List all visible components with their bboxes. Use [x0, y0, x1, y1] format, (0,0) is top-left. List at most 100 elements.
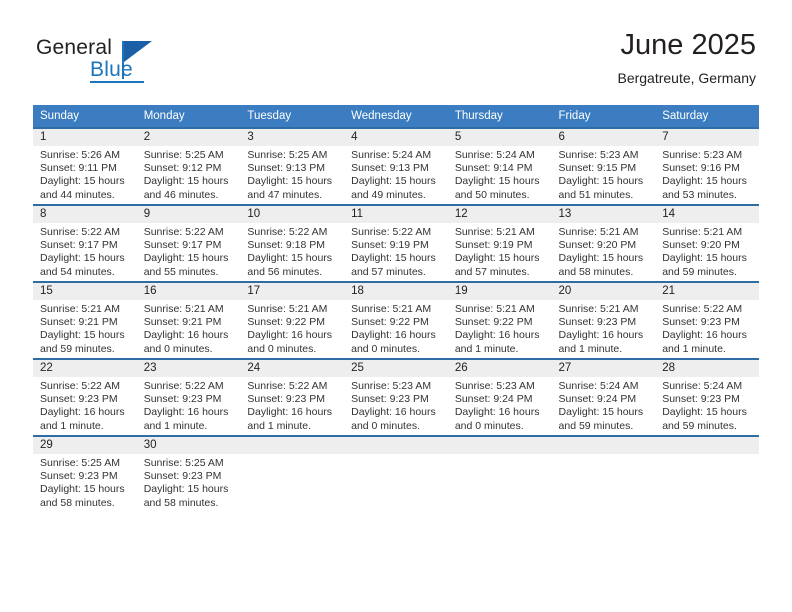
day-details: Sunrise: 5:22 AM Sunset: 9:23 PM Daylight:… [137, 377, 241, 433]
calendar-day-cell[interactable]: 2 Sunrise: 5:25 AM Sunset: 9:12 PM Daylight… [136, 127, 241, 205]
calendar-day-cell-empty [344, 435, 448, 512]
sunrise-text: Sunrise: 5:21 AM [454, 303, 535, 315]
daylight-text-line2: and 47 minutes. [247, 188, 323, 201]
calendar-body: 1 Sunrise: 5:26 AM Sunset: 9:11 PM Daylight… [33, 127, 759, 512]
day-number: 6 [551, 129, 656, 146]
daylight-text-line1: Daylight: 15 hours [454, 175, 540, 188]
calendar-day-cell[interactable]: 12 Sunrise: 5:21 AM Sunset: 9:19 PM Dayligh… [447, 204, 552, 282]
day-number: 9 [136, 206, 241, 223]
title-block: June 2025 Bergatreute, Germany [617, 28, 756, 88]
daylight-text-line1: Daylight: 15 hours [247, 252, 333, 265]
sunset-text: Sunset: 9:13 PM [351, 162, 429, 175]
sunrise-text: Sunrise: 5:21 AM [558, 303, 639, 315]
day-number-band-empty [655, 437, 759, 454]
calendar-day-cell[interactable]: 21 Sunrise: 5:22 AM Sunset: 9:23 PM Dayligh… [655, 281, 759, 359]
sunrise-text: Sunrise: 5:21 AM [351, 303, 432, 315]
calendar-day-cell[interactable]: 3 Sunrise: 5:25 AM Sunset: 9:13 PM Daylight… [240, 127, 345, 205]
calendar-day-cell[interactable]: 17 Sunrise: 5:21 AM Sunset: 9:22 PM Dayligh… [240, 281, 345, 359]
day-number: 10 [240, 206, 345, 223]
daylight-text-line2: and 0 minutes. [454, 419, 524, 432]
calendar-day-cell[interactable]: 18 Sunrise: 5:21 AM Sunset: 9:22 PM Dayligh… [344, 281, 448, 359]
calendar-day-cell[interactable]: 6 Sunrise: 5:23 AM Sunset: 9:15 PM Daylight… [551, 127, 656, 205]
day-cell-content [655, 437, 759, 512]
daylight-text-line2: and 55 minutes. [143, 265, 219, 278]
general-blue-logo[interactable]: General Blue [36, 36, 216, 88]
calendar-day-cell[interactable]: 25 Sunrise: 5:23 AM Sunset: 9:23 PM Dayligh… [344, 358, 448, 436]
daylight-text-line1: Daylight: 15 hours [662, 406, 747, 419]
calendar-day-cell[interactable]: 9 Sunrise: 5:22 AM Sunset: 9:17 PM Daylight… [136, 204, 241, 282]
calendar-day-cell[interactable]: 26 Sunrise: 5:23 AM Sunset: 9:24 PM Dayligh… [447, 358, 552, 436]
daylight-text-line2: and 0 minutes. [351, 419, 420, 432]
day-number: 22 [33, 360, 137, 377]
calendar-day-cell[interactable]: 29 Sunrise: 5:25 AM Sunset: 9:23 PM Dayligh… [33, 435, 137, 512]
day-details: Sunrise: 5:22 AM Sunset: 9:19 PM Daylight:… [344, 223, 448, 279]
daylight-text-line2: and 46 minutes. [143, 188, 219, 201]
sunset-text: Sunset: 9:23 PM [40, 470, 118, 483]
sunset-text: Sunset: 9:23 PM [662, 316, 740, 329]
day-number: 8 [33, 206, 137, 223]
daylight-text-line2: and 59 minutes. [662, 265, 737, 278]
daylight-text-line1: Daylight: 15 hours [351, 252, 436, 265]
day-cell-content: 7 Sunrise: 5:23 AM Sunset: 9:16 PM Daylight… [655, 129, 759, 204]
calendar-day-cell[interactable]: 1 Sunrise: 5:26 AM Sunset: 9:11 PM Daylight… [33, 127, 137, 205]
day-details: Sunrise: 5:21 AM Sunset: 9:21 PM Daylight:… [137, 300, 241, 356]
sunrise-text: Sunrise: 5:23 AM [454, 380, 535, 392]
calendar-day-cell[interactable]: 15 Sunrise: 5:21 AM Sunset: 9:21 PM Dayligh… [33, 281, 137, 359]
day-cell-content [447, 437, 552, 512]
calendar-day-cell[interactable]: 7 Sunrise: 5:23 AM Sunset: 9:16 PM Daylight… [655, 127, 759, 205]
daylight-text-line2: and 53 minutes. [662, 188, 737, 201]
sunset-text: Sunset: 9:19 PM [454, 239, 533, 252]
calendar-day-cell[interactable]: 5 Sunrise: 5:24 AM Sunset: 9:14 PM Daylight… [447, 127, 552, 205]
daylight-text-line2: and 50 minutes. [454, 188, 530, 201]
day-cell-content: 11 Sunrise: 5:22 AM Sunset: 9:19 PM Dayligh… [344, 206, 448, 281]
day-cell-content: 1 Sunrise: 5:26 AM Sunset: 9:11 PM Daylight… [33, 129, 137, 204]
calendar-day-cell-empty [240, 435, 345, 512]
daylight-text-line1: Daylight: 15 hours [351, 175, 436, 188]
daylight-text-line1: Daylight: 16 hours [143, 329, 229, 342]
day-details: Sunrise: 5:24 AM Sunset: 9:23 PM Daylight:… [655, 377, 759, 433]
day-details: Sunrise: 5:23 AM Sunset: 9:15 PM Daylight:… [552, 146, 656, 202]
daylight-text-line2: and 58 minutes. [143, 496, 219, 509]
daylight-text-line2: and 0 minutes. [143, 342, 213, 355]
sunrise-text: Sunrise: 5:21 AM [143, 303, 224, 315]
calendar-day-cell[interactable]: 10 Sunrise: 5:22 AM Sunset: 9:18 PM Dayligh… [240, 204, 345, 282]
calendar-day-cell[interactable]: 24 Sunrise: 5:22 AM Sunset: 9:23 PM Dayligh… [240, 358, 345, 436]
calendar-day-cell[interactable]: 30 Sunrise: 5:25 AM Sunset: 9:23 PM Dayligh… [136, 435, 241, 512]
calendar-day-cell[interactable]: 19 Sunrise: 5:21 AM Sunset: 9:22 PM Dayligh… [447, 281, 552, 359]
sunset-text: Sunset: 9:20 PM [558, 239, 637, 252]
calendar-day-cell[interactable]: 8 Sunrise: 5:22 AM Sunset: 9:17 PM Daylight… [33, 204, 137, 282]
sunset-text: Sunset: 9:13 PM [247, 162, 326, 175]
calendar-day-cell[interactable]: 20 Sunrise: 5:21 AM Sunset: 9:23 PM Dayligh… [551, 281, 656, 359]
daylight-text-line2: and 59 minutes. [40, 342, 115, 355]
daylight-text-line2: and 1 minute. [143, 419, 208, 432]
calendar-day-cell[interactable]: 16 Sunrise: 5:21 AM Sunset: 9:21 PM Dayligh… [136, 281, 241, 359]
calendar-day-cell[interactable]: 14 Sunrise: 5:21 AM Sunset: 9:20 PM Dayligh… [655, 204, 759, 282]
day-cell-content: 9 Sunrise: 5:22 AM Sunset: 9:17 PM Daylight… [136, 206, 241, 281]
calendar-day-cell[interactable]: 28 Sunrise: 5:24 AM Sunset: 9:23 PM Dayligh… [655, 358, 759, 436]
day-number: 12 [447, 206, 552, 223]
weekday-header-tuesday: Tuesday [240, 105, 345, 128]
daylight-text-line2: and 1 minute. [454, 342, 519, 355]
calendar-day-cell[interactable]: 13 Sunrise: 5:21 AM Sunset: 9:20 PM Dayligh… [551, 204, 656, 282]
calendar-day-cell[interactable]: 4 Sunrise: 5:24 AM Sunset: 9:13 PM Daylight… [344, 127, 448, 205]
calendar-day-cell[interactable]: 11 Sunrise: 5:22 AM Sunset: 9:19 PM Dayligh… [344, 204, 448, 282]
day-cell-content [551, 437, 656, 512]
calendar-day-cell[interactable]: 27 Sunrise: 5:24 AM Sunset: 9:24 PM Dayligh… [551, 358, 656, 436]
sunrise-text: Sunrise: 5:22 AM [40, 226, 120, 238]
calendar-day-cell[interactable]: 22 Sunrise: 5:22 AM Sunset: 9:23 PM Dayligh… [33, 358, 137, 436]
day-details: Sunrise: 5:25 AM Sunset: 9:23 PM Daylight:… [33, 454, 137, 510]
sunset-text: Sunset: 9:23 PM [143, 393, 222, 406]
daylight-text-line1: Daylight: 15 hours [143, 175, 229, 188]
sunset-text: Sunset: 9:22 PM [454, 316, 533, 329]
day-cell-content: 17 Sunrise: 5:21 AM Sunset: 9:22 PM Dayligh… [240, 283, 345, 358]
daylight-text-line2: and 54 minutes. [40, 265, 115, 278]
daylight-text-line2: and 58 minutes. [40, 496, 115, 509]
day-details: Sunrise: 5:22 AM Sunset: 9:17 PM Daylight:… [137, 223, 241, 279]
daylight-text-line1: Daylight: 15 hours [662, 252, 747, 265]
calendar-day-cell[interactable]: 23 Sunrise: 5:22 AM Sunset: 9:23 PM Dayligh… [136, 358, 241, 436]
day-number: 2 [136, 129, 241, 146]
sunrise-text: Sunrise: 5:22 AM [40, 380, 120, 392]
daylight-text-line2: and 0 minutes. [351, 342, 420, 355]
sunrise-text: Sunrise: 5:21 AM [662, 226, 743, 238]
daylight-text-line2: and 57 minutes. [351, 265, 426, 278]
